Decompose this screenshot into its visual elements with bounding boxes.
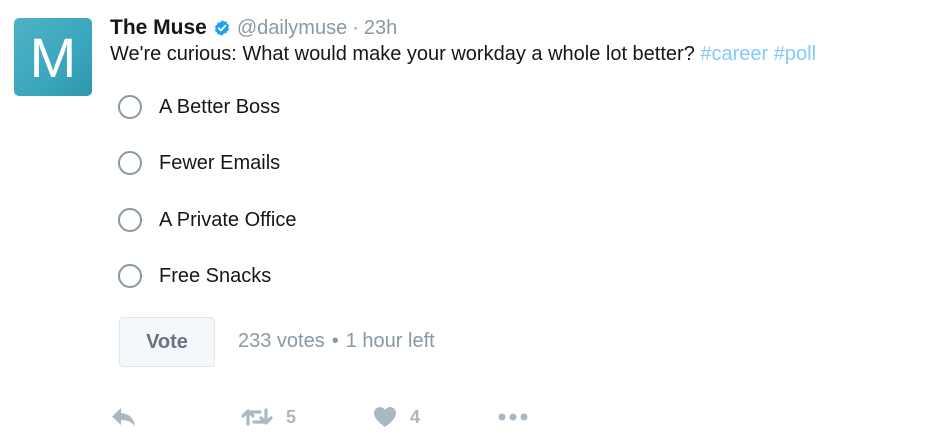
reply-icon <box>110 405 138 429</box>
retweet-count: 5 <box>286 406 297 427</box>
retweet-icon <box>240 405 274 429</box>
poll-meta: 233 votes • 1 hour left <box>238 330 435 353</box>
more-button[interactable] <box>497 402 529 432</box>
poll-option-label: A Private Office <box>159 208 297 231</box>
poll-option[interactable]: A Better Boss <box>118 92 280 122</box>
poll-option[interactable]: A Private Office <box>118 205 296 235</box>
poll-option-label: Fewer Emails <box>159 151 281 174</box>
vote-count: 233 votes <box>238 330 325 352</box>
poll-option[interactable]: Fewer Emails <box>118 148 280 178</box>
tweet-body: We're curious: What would make your work… <box>110 43 695 65</box>
header-separator: · <box>352 16 359 39</box>
avatar[interactable]: M <box>14 18 92 96</box>
hashtag-career[interactable]: #career <box>700 43 768 65</box>
radio-button[interactable] <box>118 264 142 288</box>
tweet-actions: 5 4 <box>0 402 931 432</box>
like-count: 4 <box>410 406 421 427</box>
poll-option-label: Free Snacks <box>159 264 272 287</box>
radio-button[interactable] <box>118 208 142 232</box>
poll-option-label: A Better Boss <box>159 95 281 118</box>
verified-badge-icon <box>213 19 231 37</box>
meta-dot: • <box>331 330 339 352</box>
time-left: 1 hour left <box>345 330 435 352</box>
timestamp[interactable]: 23h <box>364 17 397 40</box>
display-name[interactable]: The Muse <box>110 16 207 40</box>
retweet-button[interactable]: 5 <box>240 402 296 432</box>
poll-option[interactable]: Free Snacks <box>118 261 271 291</box>
tweet-header: The Muse @dailymuse · 23h <box>110 16 397 40</box>
reply-button[interactable] <box>110 402 138 432</box>
vote-button[interactable]: Vote <box>119 317 215 367</box>
more-dots-icon <box>497 412 529 422</box>
radio-button[interactable] <box>118 151 142 175</box>
handle[interactable]: @dailymuse <box>237 17 347 40</box>
hashtag-poll[interactable]: #poll <box>774 43 816 65</box>
radio-button[interactable] <box>118 95 142 119</box>
tweet-text: We're curious: What would make your work… <box>110 42 816 66</box>
avatar-letter: M <box>29 26 77 89</box>
heart-icon <box>372 405 398 429</box>
like-button[interactable]: 4 <box>372 402 420 432</box>
